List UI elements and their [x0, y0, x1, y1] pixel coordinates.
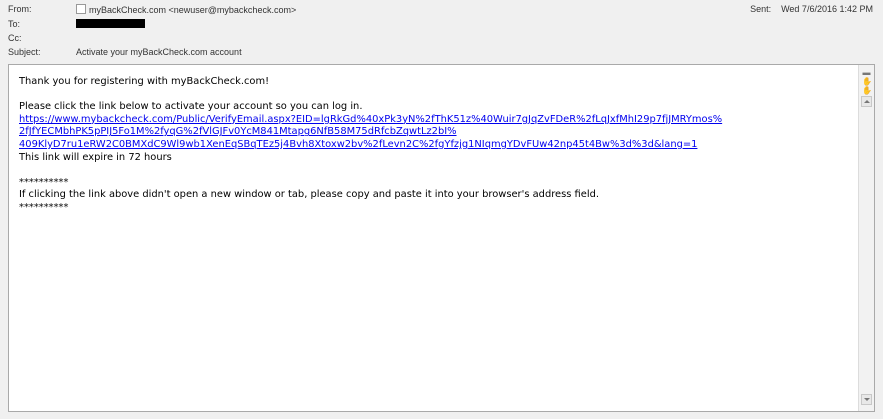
- activation-link-part-2[interactable]: 2fJfYECMbhPK5pPIJ5Fo1M%2fyqG%2fVlGJFv0Yc…: [19, 126, 457, 137]
- message-header: From: myBackCheck.com <newuser@mybackche…: [0, 0, 883, 62]
- scroll-up-button[interactable]: [861, 96, 872, 107]
- pan-hand-icon[interactable]: ✋: [862, 86, 872, 95]
- scroll-up-icon: [864, 100, 870, 103]
- to-label: To:: [8, 19, 21, 29]
- activation-link-part-1[interactable]: https://www.mybackcheck.com/Public/Verif…: [19, 114, 722, 125]
- collapse-icon[interactable]: ▬: [862, 68, 871, 77]
- expiry-text: This link will expire in 72 hours: [19, 151, 172, 163]
- message-content: Thank you for registering with myBackChe…: [19, 76, 849, 215]
- checkbox-icon[interactable]: [76, 4, 86, 14]
- instruction-text: Please click the link below to activate …: [19, 101, 363, 113]
- pan-hand-icon[interactable]: ✋: [862, 77, 872, 86]
- subject-label: Subject:: [8, 47, 41, 57]
- scroll-down-button[interactable]: [861, 394, 872, 405]
- vertical-scrollbar[interactable]: ▬ ✋ ✋: [858, 65, 874, 411]
- activation-link-part-3[interactable]: 409KlyD7ru1eRW2C0BMXdC9Wl9wb1XenEqSBqTEz…: [19, 139, 697, 150]
- sent-info: Sent: Wed 7/6/2016 1:42 PM: [750, 4, 873, 14]
- fallback-text: If clicking the link above didn't open a…: [19, 189, 600, 201]
- message-body[interactable]: Thank you for registering with myBackChe…: [8, 64, 875, 412]
- greeting-text: Thank you for registering with myBackChe…: [19, 76, 270, 87]
- separator-bottom: **********: [19, 201, 69, 213]
- redacted-recipient: [76, 19, 145, 28]
- sender-address[interactable]: myBackCheck.com <newuser@mybackcheck.com…: [89, 5, 296, 15]
- sent-value: Wed 7/6/2016 1:42 PM: [781, 4, 873, 14]
- scroll-down-icon: [864, 398, 870, 401]
- subject-value: Activate your myBackCheck.com account: [76, 47, 242, 57]
- cc-label: Cc:: [8, 33, 22, 43]
- from-value[interactable]: myBackCheck.com <newuser@mybackcheck.com…: [76, 4, 296, 15]
- activation-link[interactable]: https://www.mybackcheck.com/Public/Verif…: [19, 114, 722, 150]
- sent-label: Sent:: [750, 4, 772, 14]
- separator-top: **********: [19, 176, 69, 188]
- from-label: From:: [8, 4, 32, 14]
